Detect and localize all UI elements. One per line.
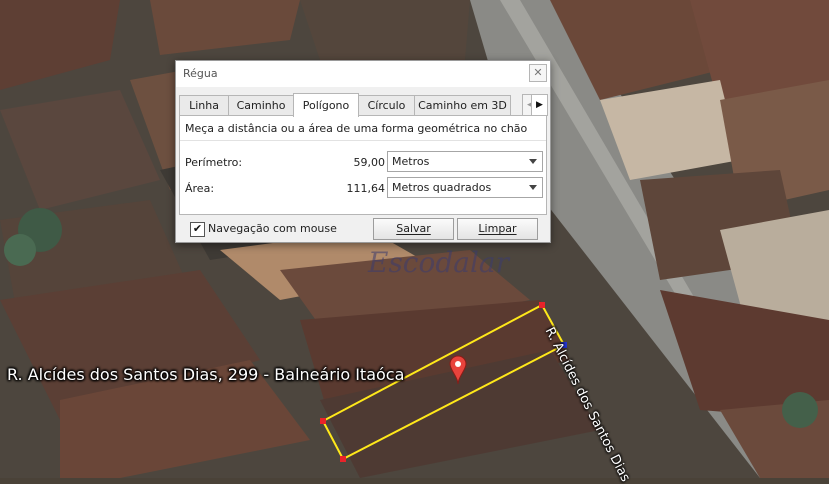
perimeter-value: 59,00 [353,156,386,169]
map-pin-icon[interactable] [449,355,467,385]
address-placemark-label[interactable]: R. Alcídes dos Santos Dias, 299 - Balneá… [7,365,404,384]
dialog-title: Régua [183,67,218,80]
area-value: 111,64 [346,182,386,195]
clear-button[interactable]: Limpar [457,218,538,240]
mouse-navigation-label[interactable]: Navegação com mouse [208,222,337,235]
tab-linha[interactable]: Linha [179,95,229,116]
tab-caminho-3d[interactable]: Caminho em 3D [414,95,511,116]
ruler-dialog: Régua ✕ Linha Caminho Polígono Círculo C… [175,60,551,243]
area-unit-select[interactable]: Metros quadrados [387,177,543,198]
save-button[interactable]: Salvar [373,218,454,240]
polygon-vertex[interactable] [320,418,326,424]
tab-circulo[interactable]: Círculo [358,95,415,116]
area-label: Área: [185,182,215,195]
tab-poligono[interactable]: Polígono [293,93,359,117]
dialog-titlebar[interactable]: Régua ✕ [176,61,550,87]
tab-scroll: ◀ ▶ [522,94,548,116]
tab-scroll-right-icon[interactable]: ▶ [531,94,548,116]
area-unit-value: Metros quadrados [392,181,492,194]
measure-description: Meça a distância ou a área de uma forma … [185,122,528,135]
polygon-vertex[interactable] [539,302,545,308]
tab-bar: Linha Caminho Polígono Círculo Caminho e… [179,93,519,117]
chevron-down-icon [529,159,537,164]
perimeter-unit-select[interactable]: Metros [387,151,543,172]
mouse-navigation-checkbox[interactable]: ✔ [190,222,205,237]
tab-caminho[interactable]: Caminho [228,95,294,116]
tab-panel: Meça a distância ou a área de uma forma … [179,115,547,215]
polygon-vertex[interactable] [340,456,346,462]
perimeter-label: Perímetro: [185,156,243,169]
perimeter-unit-value: Metros [392,155,430,168]
chevron-down-icon [529,185,537,190]
watermark: Escodalar [368,246,509,279]
divider [180,140,546,141]
close-icon[interactable]: ✕ [529,64,547,82]
